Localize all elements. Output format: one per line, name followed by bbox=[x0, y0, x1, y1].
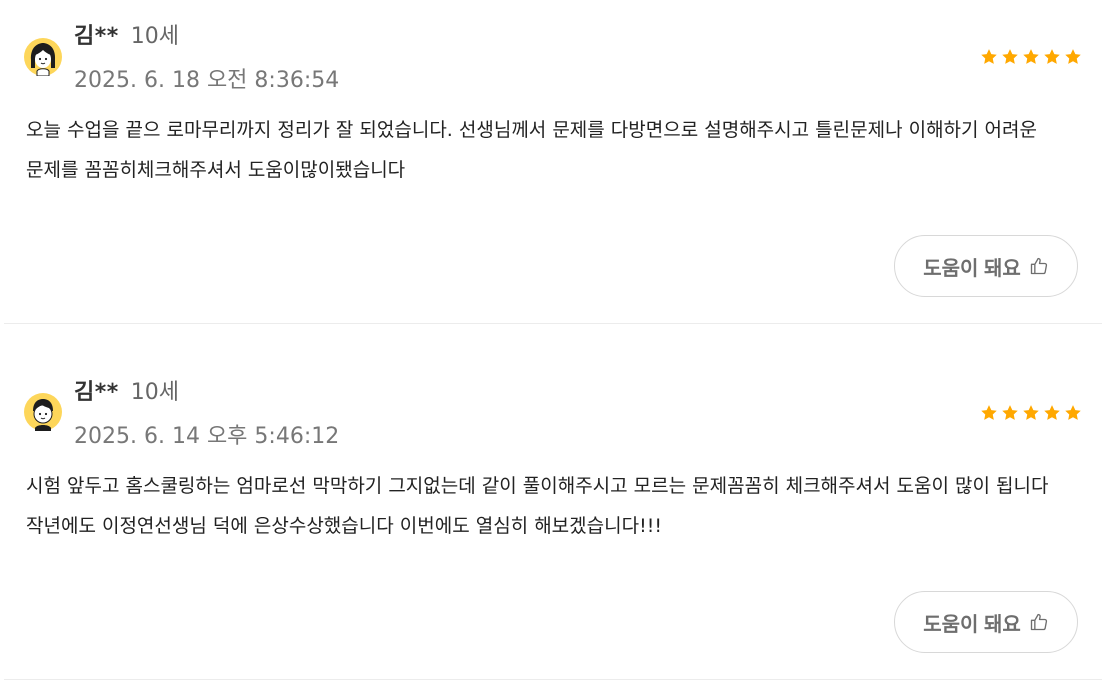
star-icon bbox=[1065, 405, 1081, 420]
star-icon bbox=[1002, 49, 1018, 64]
star-icon bbox=[1002, 405, 1018, 420]
star-icon bbox=[1044, 405, 1060, 420]
helpful-button[interactable]: 도움이 돼요 bbox=[894, 591, 1078, 653]
star-icon bbox=[1065, 49, 1081, 64]
reviewer-name: 김** bbox=[74, 24, 119, 49]
thumbs-up-icon bbox=[1030, 257, 1047, 275]
star-icon bbox=[1044, 49, 1060, 64]
review-date: 2025. 6. 18 오전 8:36:54 bbox=[74, 68, 340, 93]
star-rating bbox=[980, 404, 1082, 422]
star-icon bbox=[981, 405, 997, 420]
review-date: 2025. 6. 14 오후 5:46:12 bbox=[74, 424, 340, 449]
review-item: 김** 10세 2025. 6. 14 오후 5:46:12 시험 앞두고 홈스… bbox=[4, 324, 1102, 680]
reviewer-name: 김** bbox=[74, 380, 119, 405]
reviewer-info: 김** 10세 bbox=[74, 374, 179, 406]
thumbs-up-icon bbox=[1030, 613, 1047, 631]
girl-avatar-icon bbox=[24, 38, 62, 76]
review-item: 김** 10세 2025. 6. 18 오전 8:36:54 오늘 수업을 끝으… bbox=[4, 0, 1102, 324]
star-icon bbox=[981, 49, 997, 64]
review-text: 오늘 수업을 끝으 로마무리까지 정리가 잘 되었습니다. 선생님께서 문제를 … bbox=[26, 119, 1037, 181]
reviewer-age: 10세 bbox=[130, 380, 179, 405]
star-rating bbox=[980, 48, 1082, 66]
helpful-button[interactable]: 도움이 돼요 bbox=[894, 235, 1078, 297]
boy-avatar-icon bbox=[24, 393, 62, 431]
star-icon bbox=[1023, 49, 1039, 64]
star-icon bbox=[1023, 405, 1039, 420]
helpful-label: 도움이 돼요 bbox=[923, 613, 1021, 636]
reviewer-age: 10세 bbox=[130, 24, 179, 49]
reviewer-info: 김** 10세 bbox=[74, 18, 179, 50]
review-text: 시험 앞두고 홈스쿨링하는 엄마로선 막막하기 그지없는데 같이 풀이해주시고 … bbox=[26, 475, 1049, 537]
helpful-label: 도움이 돼요 bbox=[923, 257, 1021, 280]
